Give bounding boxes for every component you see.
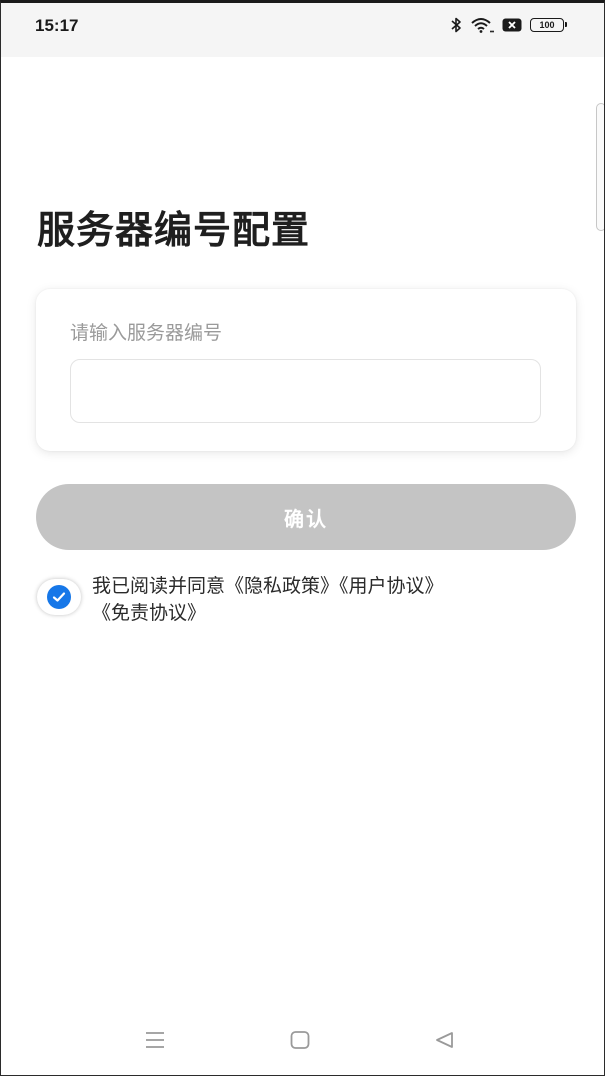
agreement-prefix: 我已阅读并同意 [92, 575, 226, 597]
status-icons: 100 [450, 17, 567, 33]
wifi-icon [470, 17, 494, 33]
navigation-bar [1, 1015, 604, 1075]
status-time: 15:17 [35, 16, 79, 35]
home-icon[interactable] [288, 1029, 312, 1055]
privacy-policy-link[interactable]: 《隐私政策》 [225, 575, 339, 597]
edge-scroll-handle[interactable] [596, 103, 604, 231]
page-title: 服务器编号配置 [37, 208, 311, 252]
battery-icon: 100 [530, 18, 567, 32]
server-number-label: 请输入服务器编号 [70, 322, 223, 344]
menu-icon[interactable] [143, 1029, 167, 1055]
agreement-text: 我已阅读并同意《隐私政策》《用户协议》 《免责协议》 [92, 573, 552, 627]
disclaimer-link[interactable]: 《免责协议》 [92, 602, 206, 624]
confirm-button[interactable]: 确认 [36, 484, 576, 550]
checkmark-icon [47, 585, 71, 609]
status-bar: 15:17 100 [1, 3, 604, 57]
bluetooth-icon [450, 17, 462, 33]
sim-icon [502, 18, 522, 32]
server-number-input[interactable] [70, 359, 541, 423]
server-number-card: 请输入服务器编号 [36, 289, 576, 451]
user-agreement-link[interactable]: 《用户协议》 [339, 575, 444, 597]
agreement-checkbox[interactable] [37, 579, 81, 615]
app-screen: 15:17 100 服务器编号配置 请输入服务器编号 确认 我已阅读并同意《隐私… [0, 0, 605, 1076]
back-icon[interactable] [433, 1029, 457, 1055]
